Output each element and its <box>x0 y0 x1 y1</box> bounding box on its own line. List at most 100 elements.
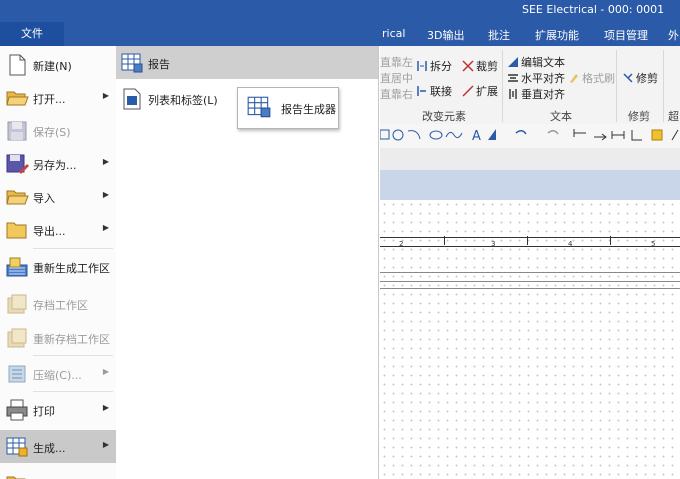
file-tab[interactable]: 文件 <box>0 22 64 46</box>
menu-item-save[interactable]: 保存(S) <box>0 114 116 147</box>
menu-item-compress[interactable]: 压缩(C)... ▶ <box>0 357 116 390</box>
printer-icon <box>6 399 28 421</box>
window-title: SEE Electrical - 000: 0001 <box>522 3 665 16</box>
archive-workspace-icon <box>7 294 27 314</box>
brush-icon <box>570 74 578 83</box>
tab-project-management[interactable]: 项目管理 <box>604 27 648 43</box>
menu-item-print[interactable]: 打印 ▶ <box>0 393 116 426</box>
vertical-align-icon <box>509 89 517 99</box>
menu-item-generate[interactable]: 生成... ▶ <box>0 430 116 463</box>
group-label-change-elements: 改变元素 <box>422 110 466 123</box>
column-number: 5 <box>651 240 656 248</box>
column-number: 3 <box>491 240 496 248</box>
edit-text-label: 编辑文本 <box>521 56 565 69</box>
menu-item-next-partial[interactable] <box>0 466 116 479</box>
horizontal-align-button[interactable]: 水平对齐 <box>507 70 565 86</box>
tab-more[interactable]: 外 <box>668 27 679 43</box>
compress-icon <box>8 365 26 383</box>
ribbon-separator <box>663 50 664 122</box>
edit-text-button[interactable]: 编辑文本 <box>507 54 565 70</box>
align-left-button[interactable]: 直靠左 <box>380 54 413 70</box>
extend-button[interactable]: 扩展 <box>462 83 498 99</box>
align-right-button[interactable]: 直靠右 <box>380 86 413 102</box>
report-generator-popup[interactable]: 报告生成器 <box>237 87 339 129</box>
submenu-item-label: 列表和标签(L) <box>148 94 218 107</box>
split-button[interactable]: 拆分 <box>416 58 452 74</box>
svg-text:A: A <box>472 129 481 144</box>
trim-icon <box>462 60 474 72</box>
menu-separator <box>33 248 113 249</box>
ribbon-tab-bar: rical 3D输出 批注 扩展功能 项目管理 外 <box>0 22 680 46</box>
save-disk-icon <box>7 121 27 141</box>
open-folder-icon <box>6 91 29 106</box>
tab-electrical[interactable]: rical <box>382 27 405 40</box>
extend-icon <box>462 85 474 97</box>
submenu-arrow-icon: ▶ <box>102 190 109 199</box>
menu-item-export[interactable]: 导出... ▶ <box>0 213 116 246</box>
join-label: 联接 <box>430 85 452 98</box>
drawing-canvas[interactable] <box>380 200 680 479</box>
column-number: 2 <box>399 240 404 248</box>
menu-separator <box>33 391 113 392</box>
menu-item-label: 压缩(C)... <box>33 369 82 382</box>
menu-item-label: 重新生成工作区 <box>33 262 110 275</box>
report-generator-icon <box>247 96 271 118</box>
modify-button[interactable]: 修剪 <box>622 70 658 86</box>
drawing-header-bar <box>380 170 680 200</box>
extend-label: 扩展 <box>476 85 498 98</box>
drawing-tools-icon: A <box>379 129 679 144</box>
menu-item-label: 导入 <box>33 192 55 205</box>
menu-item-rearchive-workspace[interactable]: 重新存档工作区 <box>0 321 116 354</box>
submenu-item-label: 报告 <box>148 58 170 71</box>
frame-line <box>380 246 680 247</box>
format-brush-button[interactable]: 格式刷 <box>568 70 615 86</box>
ribbon-panel: 直靠左 直居中 直靠右 拆分 裁剪 联接 扩展 改变元素 编辑文本 水平对齐 格… <box>380 46 680 125</box>
column-divider <box>527 236 528 245</box>
menu-item-archive-workspace[interactable]: 存档工作区 <box>0 287 116 320</box>
ribbon-separator <box>616 50 617 122</box>
document-tab-strip <box>380 148 680 170</box>
tab-extensions[interactable]: 扩展功能 <box>535 27 579 43</box>
group-label-modify: 修剪 <box>628 110 650 123</box>
submenu-arrow-icon: ▶ <box>102 403 109 412</box>
menu-item-open[interactable]: 打开... ▶ <box>0 81 116 114</box>
save-as-icon <box>6 154 29 174</box>
menu-item-label: 打开... <box>33 93 66 106</box>
drawing-toolbar: A <box>379 124 680 149</box>
menu-item-regenerate-workspace[interactable]: 重新生成工作区 <box>0 250 116 283</box>
menu-item-save-as[interactable]: 另存为... ▶ <box>0 147 116 180</box>
modify-label: 修剪 <box>636 72 658 85</box>
menu-item-import[interactable]: 导入 ▶ <box>0 180 116 213</box>
group-label-more: 超 <box>668 110 679 123</box>
horizontal-align-label: 水平对齐 <box>521 72 565 85</box>
vertical-align-button[interactable]: 垂直对齐 <box>507 86 565 102</box>
submenu-arrow-icon: ▶ <box>102 91 109 100</box>
trim-label: 裁剪 <box>476 60 498 73</box>
regenerate-workspace-icon <box>6 257 28 277</box>
report-icon <box>121 53 143 73</box>
submenu-item-report[interactable]: 报告 <box>116 46 378 79</box>
menu-item-label: 打印 <box>33 405 55 418</box>
modify-icon <box>623 73 633 83</box>
submenu-arrow-icon: ▶ <box>102 223 109 232</box>
new-document-icon <box>9 54 26 76</box>
menu-item-label: 生成... <box>33 442 66 455</box>
frame-line <box>380 237 680 238</box>
tab-3d-output[interactable]: 3D输出 <box>427 27 464 43</box>
column-divider <box>444 236 445 245</box>
align-center-button[interactable]: 直居中 <box>380 70 413 86</box>
generate-table-icon <box>6 437 28 457</box>
menu-item-new[interactable]: 新建(N) <box>0 48 116 81</box>
tab-annotation[interactable]: 批注 <box>488 27 510 43</box>
vertical-align-label: 垂直对齐 <box>521 88 565 101</box>
lists-labels-icon <box>123 88 141 110</box>
title-bar: SEE Electrical - 000: 0001 <box>0 0 680 22</box>
menu-item-label: 导出... <box>33 225 66 238</box>
menu-item-label: 保存(S) <box>33 126 71 139</box>
frame-line <box>380 281 680 282</box>
trim-button[interactable]: 裁剪 <box>462 58 498 74</box>
join-button[interactable]: 联接 <box>416 83 452 99</box>
submenu-arrow-icon: ▶ <box>102 367 109 376</box>
split-label: 拆分 <box>430 60 452 73</box>
file-menu: 新建(N) 打开... ▶ 保存(S) 另存为... ▶ 导入 ▶ 导出... … <box>0 46 117 479</box>
